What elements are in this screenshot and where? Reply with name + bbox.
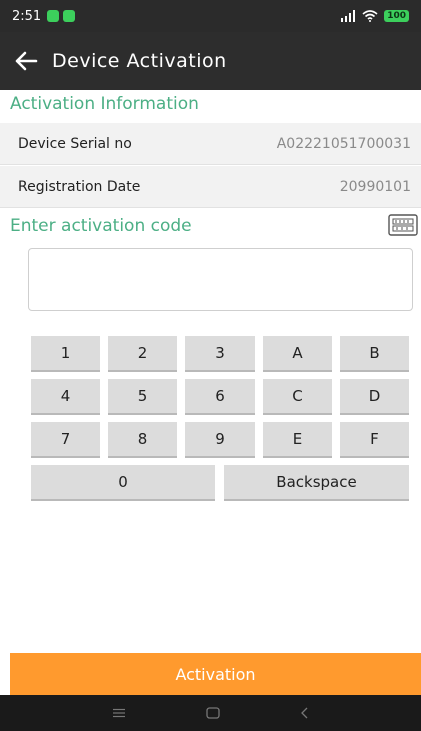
key-1[interactable]: 1 xyxy=(31,336,100,372)
key-a[interactable]: A xyxy=(263,336,332,372)
activation-code-input[interactable] xyxy=(28,248,413,311)
key-3[interactable]: 3 xyxy=(185,336,255,372)
key-8[interactable]: 8 xyxy=(108,422,177,458)
key-6[interactable]: 6 xyxy=(185,379,255,415)
app-bar: Device Activation xyxy=(0,32,421,90)
key-b[interactable]: B xyxy=(340,336,409,372)
registration-date-value: 20990101 xyxy=(339,178,411,195)
key-9[interactable]: 9 xyxy=(185,422,255,458)
page-title: Device Activation xyxy=(52,50,227,72)
key-0[interactable]: 0 xyxy=(31,465,215,501)
key-2[interactable]: 2 xyxy=(108,336,177,372)
status-bar: 2:51 100 xyxy=(0,0,421,32)
key-c[interactable]: C xyxy=(263,379,332,415)
back-arrow-icon xyxy=(15,51,38,71)
back-nav-icon[interactable] xyxy=(300,707,310,719)
key-e[interactable]: E xyxy=(263,422,332,458)
key-5[interactable]: 5 xyxy=(108,379,177,415)
system-nav-bar xyxy=(0,695,421,731)
key-4[interactable]: 4 xyxy=(31,379,100,415)
back-button[interactable] xyxy=(0,32,52,90)
notification-icon-2 xyxy=(63,10,76,22)
key-f[interactable]: F xyxy=(340,422,409,458)
wifi-icon xyxy=(362,10,378,22)
registration-date-row: Registration Date 20990101 xyxy=(0,166,421,208)
serial-label: Device Serial no xyxy=(18,135,132,152)
battery-icon: 100 xyxy=(384,10,409,22)
status-time: 2:51 xyxy=(12,8,42,24)
serial-value: A02221051700031 xyxy=(276,135,411,152)
scan-code-icon[interactable] xyxy=(388,214,418,236)
home-icon[interactable] xyxy=(205,707,220,719)
backspace-key[interactable]: Backspace xyxy=(224,465,409,501)
notification-icon xyxy=(47,10,60,22)
activation-info-heading: Activation Information xyxy=(10,94,199,114)
menu-icon[interactable] xyxy=(112,708,126,718)
status-icons: 100 xyxy=(340,10,409,22)
signal-icon xyxy=(341,10,356,22)
activation-code-heading: Enter activation code xyxy=(10,216,192,236)
key-7[interactable]: 7 xyxy=(31,422,100,458)
serial-row: Device Serial no A02221051700031 xyxy=(0,123,421,165)
activation-button[interactable]: Activation xyxy=(10,653,421,695)
key-d[interactable]: D xyxy=(340,379,409,415)
registration-date-label: Registration Date xyxy=(18,178,141,195)
